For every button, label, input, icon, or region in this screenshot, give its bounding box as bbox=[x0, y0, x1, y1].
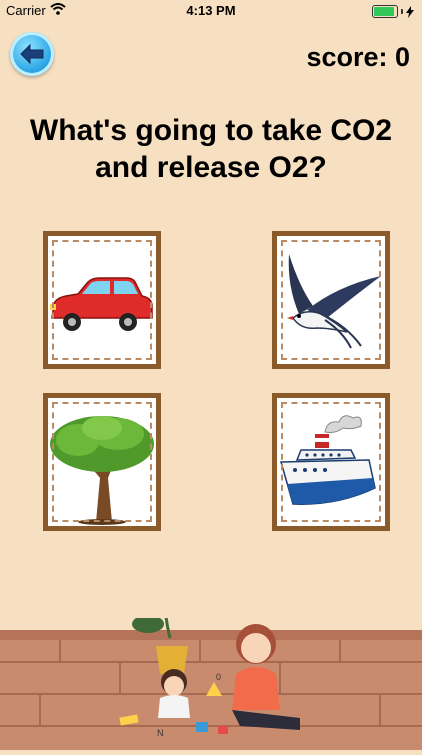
status-time: 4:13 PM bbox=[186, 3, 236, 18]
ship-icon bbox=[280, 415, 376, 505]
score-label: score: 0 bbox=[306, 42, 410, 72]
choice-card-ship[interactable] bbox=[272, 393, 390, 531]
question-text: What's going to take CO2 and release O2? bbox=[20, 112, 402, 186]
decorative-scene: N 0 bbox=[0, 564, 422, 750]
back-arrow-icon bbox=[20, 43, 44, 65]
question-line-1: What's going to take CO2 bbox=[29, 114, 393, 147]
choice-card-tree[interactable] bbox=[43, 393, 161, 531]
back-button[interactable] bbox=[10, 32, 54, 76]
choice-card-car[interactable] bbox=[43, 231, 161, 369]
tree-icon bbox=[50, 416, 154, 525]
car-icon bbox=[50, 277, 153, 331]
choice-card-bird[interactable] bbox=[272, 231, 390, 369]
question-line-2: and release O2? bbox=[95, 151, 327, 184]
charging-bolt-icon bbox=[406, 5, 414, 18]
toy-letter-0: 0 bbox=[216, 672, 221, 682]
status-bar: Carrier 4:13 PM bbox=[0, 0, 422, 22]
toy-letter-n: N bbox=[157, 728, 164, 738]
battery-icon bbox=[372, 5, 414, 18]
playroom-illustration: N 0 bbox=[0, 564, 422, 750]
swallow-bird-icon bbox=[287, 254, 381, 349]
